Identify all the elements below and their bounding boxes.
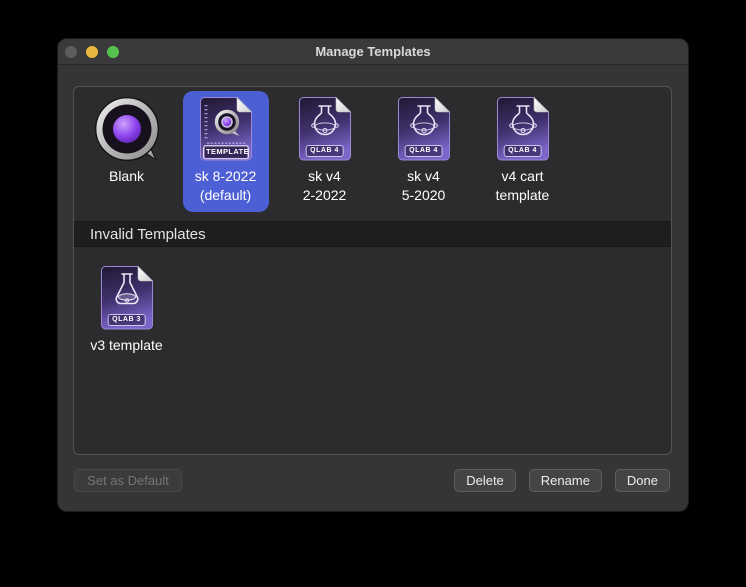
done-button[interactable]: Done — [614, 469, 670, 492]
manage-templates-window: Manage Templates Blank TEMPLATE sk 8-202… — [57, 38, 689, 512]
template-item[interactable]: Blank — [77, 91, 176, 221]
template-label-line1: sk v4 — [308, 168, 341, 184]
invalid-templates-row: QLAB 3 v3 template — [74, 247, 671, 362]
qlab-app-icon — [94, 96, 160, 162]
templates-list-panel: Blank TEMPLATE sk 8-2022 (default) QLAB … — [73, 86, 672, 455]
template-label-line1: sk v4 — [407, 168, 440, 184]
set-as-default-button: Set as Default — [74, 469, 182, 492]
template-label: v3 template — [90, 337, 163, 353]
template-item-box[interactable]: Blank — [84, 91, 170, 193]
template-item-box[interactable]: QLAB 4 sk v4 2-2022 — [282, 91, 368, 212]
delete-button[interactable]: Delete — [454, 469, 516, 492]
template-badge: QLAB 4 — [503, 145, 542, 157]
template-label-line2: 5-2020 — [401, 187, 446, 203]
icon-slot: QLAB 4 — [398, 96, 450, 162]
template-item[interactable]: QLAB 4 v4 cart template — [473, 91, 572, 221]
qlab4-document-icon: QLAB 4 — [299, 97, 351, 161]
icon-slot: QLAB 4 — [299, 96, 351, 162]
template-item-box[interactable]: QLAB 4 v4 cart template — [480, 91, 566, 212]
template-label-line2: (default) — [199, 187, 252, 203]
template-item-box[interactable]: QLAB 3 v3 template — [84, 260, 170, 362]
template-label-line1: sk 8-2022 — [194, 168, 257, 184]
template-label-line2: 2-2022 — [302, 187, 347, 203]
template-item[interactable]: TEMPLATE sk 8-2022 (default) — [176, 91, 275, 221]
qlab4-document-icon: QLAB 4 — [497, 97, 549, 161]
qlab4-document-icon: QLAB 4 — [398, 97, 450, 161]
invalid-templates-header: Invalid Templates — [74, 221, 671, 247]
template-item[interactable]: QLAB 4 sk v4 5-2020 — [374, 91, 473, 221]
icon-slot: QLAB 4 — [497, 96, 549, 162]
template-badge: TEMPLATE — [203, 145, 249, 159]
icon-slot — [94, 96, 160, 162]
template-badge: QLAB 4 — [305, 145, 344, 157]
qlab3-document-icon: QLAB 3 — [101, 266, 153, 330]
rename-button[interactable]: Rename — [528, 469, 602, 492]
icon-slot: TEMPLATE — [200, 96, 252, 162]
template-item[interactable]: QLAB 4 sk v4 2-2022 — [275, 91, 374, 221]
icon-slot: QLAB 3 — [101, 265, 153, 331]
desktop-background: Manage Templates Blank TEMPLATE sk 8-202… — [0, 0, 746, 587]
valid-templates-row: Blank TEMPLATE sk 8-2022 (default) QLAB … — [74, 87, 671, 221]
template-item-box-selected[interactable]: TEMPLATE sk 8-2022 (default) — [182, 91, 269, 212]
title-bar[interactable]: Manage Templates — [58, 39, 688, 65]
template-item[interactable]: QLAB 3 v3 template — [77, 260, 176, 362]
template-label-line1: v4 cart — [501, 168, 544, 184]
footer-button-bar: Set as Default Delete Rename Done — [74, 469, 670, 492]
template-label: Blank — [108, 168, 145, 184]
qlab-template-document-icon: TEMPLATE — [200, 97, 252, 161]
template-label-line2: template — [495, 187, 550, 203]
window-title: Manage Templates — [315, 44, 431, 59]
template-badge: QLAB 4 — [404, 145, 443, 157]
template-badge: QLAB 3 — [107, 314, 146, 326]
template-item-box[interactable]: QLAB 4 sk v4 5-2020 — [381, 91, 467, 212]
